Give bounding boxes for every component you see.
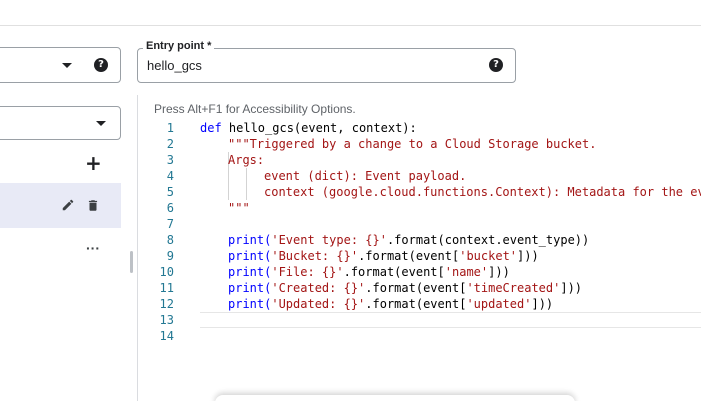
line-number: 10 xyxy=(159,265,174,279)
trash-icon[interactable] xyxy=(86,198,100,213)
code-line: 6 """ xyxy=(155,200,701,216)
code-line: 10 print('File: {}'.format(event['name']… xyxy=(155,264,701,280)
entry-point-label: Entry point * xyxy=(143,40,215,53)
string-token: 'Created: {}' xyxy=(271,281,366,295)
code-line: 1 def hello_gcs(event, context): xyxy=(155,120,701,136)
string-token: 'File: {}' xyxy=(271,265,344,279)
string-token: 'name' xyxy=(444,265,489,279)
chevron-down-icon[interactable] xyxy=(62,63,72,68)
code-line: 4 event (dict): Event payload. xyxy=(155,168,701,184)
line-number: 7 xyxy=(166,217,174,231)
line-number: 3 xyxy=(166,153,174,167)
line-number: 11 xyxy=(159,281,174,295)
line-number: 2 xyxy=(166,137,174,151)
code-line: 12 print('Updated: {}'.format(event['upd… xyxy=(155,296,701,312)
line-number: 14 xyxy=(159,329,174,343)
line-number: 6 xyxy=(166,201,174,215)
code-text: """Triggered by a change to a Cloud Stor… xyxy=(228,137,597,151)
print-token: print( xyxy=(228,297,272,311)
code-line: 13 xyxy=(155,312,701,328)
code-text: """ xyxy=(228,201,250,215)
print-token: print( xyxy=(228,233,272,247)
string-token: 'Updated: {}' xyxy=(271,297,366,311)
code-line: 7 xyxy=(155,216,701,232)
line-number: 12 xyxy=(159,297,174,311)
code-text: def hello_gcs(event, context): xyxy=(200,120,417,136)
code-line: 2 """Triggered by a change to a Cloud St… xyxy=(155,136,701,152)
code-line: 9 print('Bucket: {}'.format(event['bucke… xyxy=(155,248,701,264)
code-text: print('File: {}'.format(event['name'])) xyxy=(228,265,510,279)
string-token: 'bucket' xyxy=(459,249,518,263)
print-token: print( xyxy=(228,281,272,295)
cloud-function-source-editor: ? + ··· Entry point * hello_gcs ? Press … xyxy=(0,0,701,401)
code-token: hello_gcs(event, context): xyxy=(221,121,417,135)
line-number: 13 xyxy=(159,313,174,327)
code-line: 3 Args: xyxy=(155,152,701,168)
code-text: print('Bucket: {}'.format(event['bucket'… xyxy=(228,249,539,263)
code-editor[interactable]: 1 def hello_gcs(event, context): 2 """Tr… xyxy=(155,120,701,350)
chevron-down-icon[interactable] xyxy=(96,121,106,126)
string-token: 'timeCreated' xyxy=(466,281,561,295)
keyword-token: def xyxy=(200,121,222,135)
code-text: print('Event type: {}'.format(context.ev… xyxy=(228,233,590,247)
code-text: event (dict): Event payload. xyxy=(264,169,467,183)
line-number: 5 xyxy=(166,185,174,199)
plus-icon[interactable]: + xyxy=(85,153,102,173)
string-token: 'Bucket: {}' xyxy=(271,249,359,263)
string-token: 'updated' xyxy=(466,297,532,311)
more-horiz-icon[interactable]: ··· xyxy=(86,240,100,256)
code-line: 14 xyxy=(155,328,701,344)
line-number: 9 xyxy=(166,249,174,263)
bottom-panel-edge xyxy=(215,395,575,401)
line-number: 4 xyxy=(166,169,174,183)
line-number: 1 xyxy=(166,121,174,135)
code-text: context (google.cloud.functions.Context)… xyxy=(264,185,701,199)
code-line: 8 print('Event type: {}'.format(context.… xyxy=(155,232,701,248)
code-text: Args: xyxy=(228,153,265,167)
line-number: 8 xyxy=(166,233,174,247)
accessibility-hint: Press Alt+F1 for Accessibility Options. xyxy=(154,102,356,116)
string-token: 'Event type: {}' xyxy=(271,233,387,247)
pane-divider xyxy=(137,95,138,401)
code-line: 11 print('Created: {}'.format(event['tim… xyxy=(155,280,701,296)
print-token: print( xyxy=(228,265,272,279)
code-text: print('Updated: {}'.format(event['update… xyxy=(228,297,554,311)
code-text: print('Created: {}'.format(event['timeCr… xyxy=(228,281,583,295)
pencil-icon[interactable] xyxy=(61,198,75,212)
print-token: print( xyxy=(228,249,272,263)
pane-resize-handle[interactable] xyxy=(130,251,133,273)
entry-point-input[interactable]: hello_gcs xyxy=(147,58,202,74)
question-circle-icon[interactable]: ? xyxy=(94,58,108,72)
code-line: 5 context (google.cloud.functions.Contex… xyxy=(155,184,701,200)
top-divider xyxy=(0,25,701,26)
question-circle-icon[interactable]: ? xyxy=(489,58,503,72)
